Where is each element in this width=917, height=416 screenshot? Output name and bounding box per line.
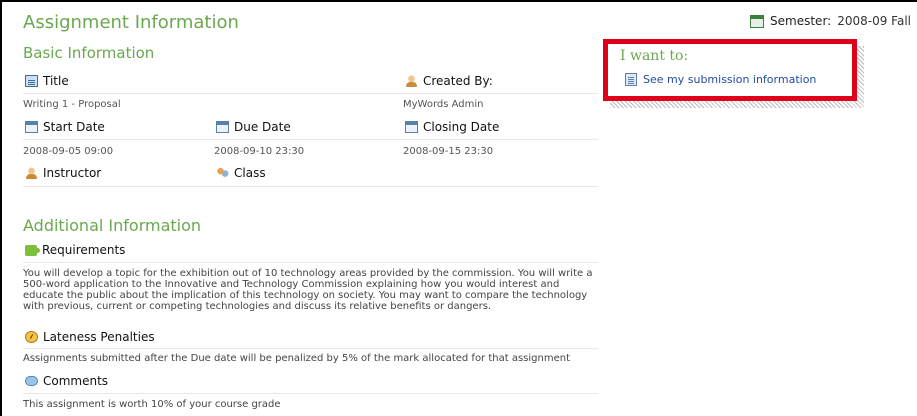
lateness-penalties-label: Lateness Penalties [43,330,155,344]
basic-information-heading: Basic Information [23,44,155,62]
requirements-text: You will develop a topic for the exhibit… [23,268,593,312]
requirements-label-row: Requirements [25,243,125,257]
lateness-penalties-label-row: Lateness Penalties [25,330,155,344]
comment-icon [25,376,38,386]
divider [23,348,598,349]
divider [23,262,598,263]
requirements-label: Requirements [42,243,126,257]
semester-label: Semester: [770,14,832,28]
calendar-icon [750,14,765,28]
start-date-value: 2008-09-05 09:00 [23,146,114,157]
comments-text: This assignment is worth 10% of your cou… [23,399,281,410]
comments-label-row: Comments [25,374,108,388]
comments-label: Comments [43,374,109,388]
calendar-icon [25,121,38,133]
calendar-icon [405,121,418,133]
person-icon [405,75,418,87]
document-icon [625,73,637,86]
due-date-value: 2008-09-10 23:30 [214,146,305,157]
created-by-label: Created By: [423,74,493,88]
lateness-penalties-text: Assignments submitted after the Due date… [23,353,570,364]
gauge-icon [25,331,38,343]
additional-information-heading: Additional Information [23,216,202,235]
divider [23,393,598,394]
closing-date-label: Closing Date [423,120,500,134]
instructor-label: Instructor [43,166,102,180]
title-icon [25,75,38,87]
title-label: Title [43,74,69,88]
i-want-to-panel: I want to: See my submission information [603,39,857,101]
see-submission-information-link[interactable]: See my submission information [625,73,816,86]
instructor-label-row: Instructor [25,166,101,180]
class-label-row: Class [216,166,266,180]
class-label: Class [234,166,266,180]
start-date-label-row: Start Date [25,120,105,134]
page-title: Assignment Information [23,12,239,33]
i-want-to-heading: I want to: [620,48,689,64]
created-by-value: MyWords Admin [403,99,484,110]
people-icon [216,167,229,179]
person-icon [25,167,38,179]
closing-date-label-row: Closing Date [405,120,499,134]
due-date-label-row: Due Date [216,120,291,134]
created-by-label-row: Created By: [405,74,493,88]
divider [23,186,598,187]
start-date-label: Start Date [43,120,105,134]
puzzle-icon [25,244,40,256]
closing-date-value: 2008-09-15 23:30 [403,146,494,157]
title-value: Writing 1 - Proposal [23,99,121,110]
divider [23,139,598,140]
divider [23,93,598,94]
calendar-icon [216,121,229,133]
semester-indicator: Semester: 2008-09 Fall [750,14,911,28]
see-submission-information-label: See my submission information [643,73,817,86]
semester-value: 2008-09 Fall [837,14,911,28]
title-label-row: Title [25,74,69,88]
due-date-label: Due Date [234,120,291,134]
